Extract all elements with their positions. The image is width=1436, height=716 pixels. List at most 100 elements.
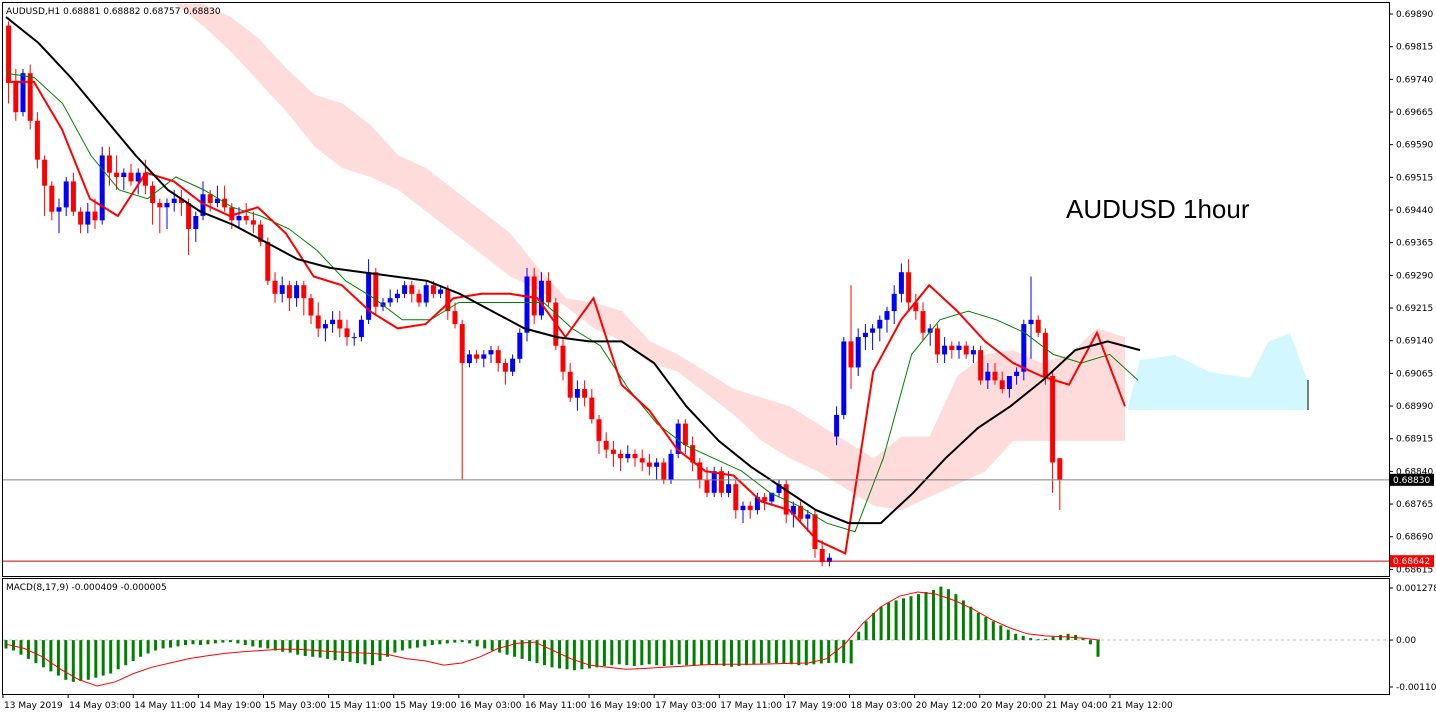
candle-body	[186, 203, 192, 229]
candle-body	[985, 371, 991, 381]
time-tick-label: 16 May 11:00	[525, 701, 587, 711]
current-price-label: 0.68830	[1393, 476, 1430, 486]
macd-histogram-bar	[932, 589, 935, 640]
candle-body	[466, 354, 472, 364]
macd-histogram-bar	[1029, 638, 1033, 641]
macd-histogram-bar	[438, 640, 442, 645]
price-tick-label: 0.69440	[1396, 206, 1433, 216]
candle-body	[510, 358, 516, 372]
macd-histogram-bar	[213, 640, 217, 644]
macd-histogram-bar	[176, 640, 180, 647]
candle-body	[301, 285, 307, 299]
macd-histogram-bar	[371, 640, 374, 666]
macd-histogram-bar	[707, 640, 711, 665]
candle-body	[956, 345, 962, 350]
candle-body	[157, 203, 163, 208]
price-axis: 0.69890 0.69815 0.69740 0.69665 0.69590 0.695…	[1389, 10, 1434, 575]
candle-body	[841, 341, 847, 415]
macd-histogram-bar	[236, 640, 240, 644]
macd-histogram-bar	[528, 640, 532, 661]
candle-body	[834, 414, 840, 437]
candle-body	[294, 285, 300, 299]
macd-histogram-bar	[348, 640, 352, 662]
macd-histogram-bar	[415, 640, 419, 648]
time-tick-label: 21 May 04:00	[1046, 701, 1108, 711]
price-tick-label: 0.69140	[1396, 337, 1433, 347]
candle-body	[596, 419, 602, 441]
macd-histogram-bar	[221, 640, 225, 643]
price-tick-label: 0.68690	[1396, 533, 1433, 543]
candle-body	[603, 440, 609, 450]
macd-histogram-bar	[745, 640, 748, 666]
macd-histogram-bar	[685, 640, 689, 666]
candle-body	[668, 453, 674, 480]
macd-histogram-bar	[700, 640, 704, 666]
macd-histogram-bar	[468, 640, 472, 644]
candle-body	[1006, 376, 1012, 389]
macd-histogram-bar	[64, 640, 68, 680]
symbol-info: AUDUSD,H1 0.68881 0.68882 0.68757 0.6883…	[6, 7, 221, 17]
macd-histogram-bar	[453, 640, 457, 643]
macd-histogram-bar	[902, 598, 905, 641]
candle-body	[13, 81, 19, 113]
macd-histogram-bar	[730, 640, 733, 667]
candle-body	[567, 371, 573, 398]
macd-histogram-bar	[692, 640, 696, 666]
price-tick-label: 0.68915	[1396, 435, 1433, 445]
macd-histogram-bar	[400, 640, 404, 651]
macd-histogram-bar	[580, 640, 584, 670]
candle-body	[560, 345, 566, 372]
candle-body	[726, 484, 732, 493]
macd-histogram-bar	[610, 640, 614, 666]
macd-histogram-bar	[131, 640, 135, 661]
macd-axis: 0.001278 0.00 -0.001109	[1389, 584, 1436, 693]
macd-histogram-bar	[124, 640, 128, 666]
macd-histogram-bar	[430, 640, 434, 646]
candle-body	[733, 484, 739, 511]
candle-body	[78, 211, 84, 225]
candle-body	[1057, 458, 1063, 480]
macd-histogram-bar	[991, 621, 995, 641]
candle-body	[646, 462, 652, 467]
candle-body	[762, 497, 768, 502]
candle-body	[582, 389, 588, 398]
candle-body	[402, 285, 408, 294]
macd-tick-label: -0.001109	[1396, 683, 1436, 693]
main-plot-frame	[2, 2, 1390, 577]
candle-body	[819, 549, 825, 562]
candle-body	[625, 453, 631, 459]
time-tick-label: 16 May 19:00	[590, 701, 652, 711]
candle-body	[704, 479, 710, 493]
candle-body	[394, 293, 400, 299]
candle-body	[438, 289, 444, 294]
candle-body	[243, 216, 249, 221]
candle-body	[610, 449, 616, 454]
time-tick-label: 16 May 03:00	[460, 701, 522, 711]
macd-histogram-bar	[341, 640, 345, 661]
macd-histogram-bar	[79, 640, 83, 681]
macd-histogram-bar	[939, 586, 943, 641]
candle-body	[128, 172, 134, 182]
macd-histogram-bar	[670, 640, 674, 666]
macd-histogram-bar	[984, 617, 988, 641]
candle-body	[949, 345, 955, 350]
candle-body	[978, 350, 984, 381]
candle-body	[416, 293, 422, 303]
macd-histogram-bar	[116, 640, 120, 670]
candle-body	[474, 354, 480, 359]
macd-histogram-bar	[572, 640, 576, 671]
candle-body	[632, 453, 638, 459]
macd-histogram-bar	[887, 602, 891, 641]
candle-body	[1028, 319, 1034, 325]
macd-histogram-bar	[41, 640, 45, 668]
candle-body	[711, 471, 717, 493]
candle-body	[49, 185, 55, 212]
macd-header: MACD(8,17,9) -0.000409 -0.000005	[6, 583, 167, 593]
macd-histogram-bar	[356, 640, 359, 664]
candle-body	[423, 285, 429, 303]
macd-histogram-bar	[797, 640, 801, 666]
macd-histogram-bar	[490, 640, 494, 651]
candle-body	[855, 337, 861, 368]
candle-body	[999, 380, 1005, 389]
macd-histogram-bar	[662, 640, 666, 666]
